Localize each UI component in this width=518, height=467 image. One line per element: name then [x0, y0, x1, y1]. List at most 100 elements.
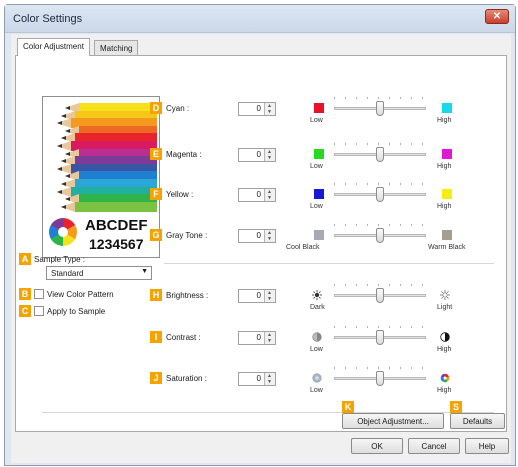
- colorbal-1-ticks: [334, 143, 434, 151]
- colorbal-1-high-label: High: [437, 163, 452, 170]
- callout-i: I: [150, 331, 162, 343]
- colorbal-2-value: 0: [256, 190, 261, 199]
- sun-light-icon: [440, 290, 450, 300]
- adjust-1-spinner[interactable]: 0 ▲ ▼: [238, 331, 276, 345]
- callout-b: B: [19, 288, 31, 300]
- colorbal-0-low-swatch: [314, 103, 324, 113]
- colorbal-2-low-swatch: [314, 189, 324, 199]
- contrast-low-icon: [312, 332, 322, 342]
- adjust-2-spinner[interactable]: 0 ▲ ▼: [238, 372, 276, 386]
- colorbal-0-label: Cyan :: [166, 104, 190, 113]
- dialog-body: Color Adjustment Matching ABCDEF 1234567…: [11, 34, 511, 463]
- colorbal-3-label: Gray Tone :: [166, 231, 208, 240]
- colorbal-0-high-swatch: [442, 103, 452, 113]
- colorbal-0-slider-thumb[interactable]: [376, 101, 384, 116]
- colorbal-2-spinner[interactable]: 0 ▲ ▼: [238, 188, 276, 202]
- spin-arrows-icon[interactable]: ▲ ▼: [264, 103, 275, 115]
- title-bar[interactable]: Color Settings ✕: [5, 5, 515, 33]
- view-color-pattern-label: View Color Pattern: [47, 290, 114, 299]
- adjust-2-high-label: High: [437, 387, 452, 394]
- colorbal-0-spinner[interactable]: 0 ▲ ▼: [238, 102, 276, 116]
- adjust-2-slider-thumb[interactable]: [376, 371, 384, 386]
- callout-d: D: [150, 102, 162, 114]
- colorbal-1-label: Magenta :: [166, 150, 202, 159]
- adjust-2-label: Saturation :: [166, 374, 207, 383]
- adjust-0-label: Brightness :: [166, 291, 209, 300]
- spin-arrows-icon[interactable]: ▲ ▼: [264, 230, 275, 242]
- adjust-0-low-label: Dark: [310, 304, 325, 311]
- close-button[interactable]: ✕: [485, 9, 509, 24]
- color-settings-window: Color Settings ✕ Color Adjustment Matchi…: [4, 4, 516, 466]
- spin-arrows-icon[interactable]: ▲ ▼: [264, 290, 275, 302]
- adjust-0-ticks: [334, 284, 434, 292]
- preview-sample-text: ABCDEF: [85, 217, 148, 234]
- colorbal-3-slider-thumb[interactable]: [376, 228, 384, 243]
- color-wheel-icon: [49, 218, 77, 246]
- colorbal-0-low-label: Low: [310, 117, 323, 124]
- ok-button[interactable]: OK: [351, 438, 403, 454]
- sun-dark-icon: [312, 290, 322, 300]
- saturation-low-icon: [312, 373, 322, 383]
- contrast-high-icon: [440, 332, 450, 342]
- adjust-2-value: 0: [256, 374, 261, 383]
- cancel-button[interactable]: Cancel: [408, 438, 460, 454]
- colorbal-1-slider-thumb[interactable]: [376, 147, 384, 162]
- callout-e: E: [150, 148, 162, 160]
- colorbal-2-high-label: High: [437, 203, 452, 210]
- colorbal-2-ticks: [334, 183, 434, 191]
- colorbal-3-low-swatch: [314, 230, 324, 240]
- colorbal-1-value: 0: [256, 150, 261, 159]
- apply-to-sample-label: Apply to Sample: [47, 307, 106, 316]
- callout-f: F: [150, 188, 162, 200]
- colorbal-0-high-label: High: [437, 117, 452, 124]
- adjust-2-ticks: [334, 367, 434, 375]
- colorbal-2-low-label: Low: [310, 203, 323, 210]
- callout-s: S: [450, 401, 462, 413]
- preview-sample-number: 1234567: [89, 236, 144, 252]
- object-adjustment-button[interactable]: Object Adjustment...: [342, 413, 444, 429]
- close-icon: ✕: [492, 11, 502, 22]
- callout-h: H: [150, 289, 162, 301]
- spin-arrows-icon[interactable]: ▲ ▼: [264, 189, 275, 201]
- colorbal-3-ticks: [334, 224, 434, 232]
- sample-type-value: Standard: [51, 269, 84, 278]
- spin-arrows-icon[interactable]: ▲ ▼: [264, 149, 275, 161]
- colorbal-2-label: Yellow :: [166, 190, 194, 199]
- colorbal-3-spinner[interactable]: 0 ▲ ▼: [238, 229, 276, 243]
- colorbal-1-high-swatch: [442, 149, 452, 159]
- sample-type-select[interactable]: Standard ▼: [46, 266, 152, 280]
- help-button[interactable]: Help: [465, 438, 509, 454]
- callout-c: C: [19, 305, 31, 317]
- chevron-down-icon: ▼: [141, 268, 148, 275]
- tab-color-adjustment[interactable]: Color Adjustment: [17, 38, 90, 56]
- colorbal-1-spinner[interactable]: 0 ▲ ▼: [238, 148, 276, 162]
- defaults-button[interactable]: Defaults: [450, 413, 505, 429]
- adjust-1-ticks: [334, 326, 434, 334]
- adjust-1-label: Contrast :: [166, 333, 201, 342]
- adjust-0-value: 0: [256, 291, 261, 300]
- colorbal-3-value: 0: [256, 231, 261, 240]
- adjust-1-value: 0: [256, 333, 261, 342]
- color-preview: ABCDEF 1234567: [42, 96, 160, 258]
- apply-to-sample-checkbox[interactable]: [34, 306, 44, 316]
- callout-j: J: [150, 372, 162, 384]
- sample-type-label: Sample Type :: [34, 255, 85, 264]
- tab-matching[interactable]: Matching: [94, 40, 139, 56]
- adjust-0-spinner[interactable]: 0 ▲ ▼: [238, 289, 276, 303]
- adjust-0-slider-thumb[interactable]: [376, 288, 384, 303]
- colorbal-0-ticks: [334, 97, 434, 105]
- pencil: [61, 201, 157, 212]
- spin-arrows-icon[interactable]: ▲ ▼: [264, 373, 275, 385]
- colorbal-2-slider-thumb[interactable]: [376, 187, 384, 202]
- colorbal-0-value: 0: [256, 104, 261, 113]
- saturation-high-icon: [440, 373, 450, 383]
- colorbal-3-low-label: Cool Black: [286, 244, 320, 251]
- callout-k: K: [342, 401, 354, 413]
- colorbal-1-low-swatch: [314, 149, 324, 159]
- colorbal-3-high-swatch: [442, 230, 452, 240]
- spin-arrows-icon[interactable]: ▲ ▼: [264, 332, 275, 344]
- adjust-1-slider-thumb[interactable]: [376, 330, 384, 345]
- adjust-1-high-label: High: [437, 346, 452, 353]
- view-color-pattern-checkbox[interactable]: [34, 289, 44, 299]
- adjust-1-low-label: Low: [310, 346, 323, 353]
